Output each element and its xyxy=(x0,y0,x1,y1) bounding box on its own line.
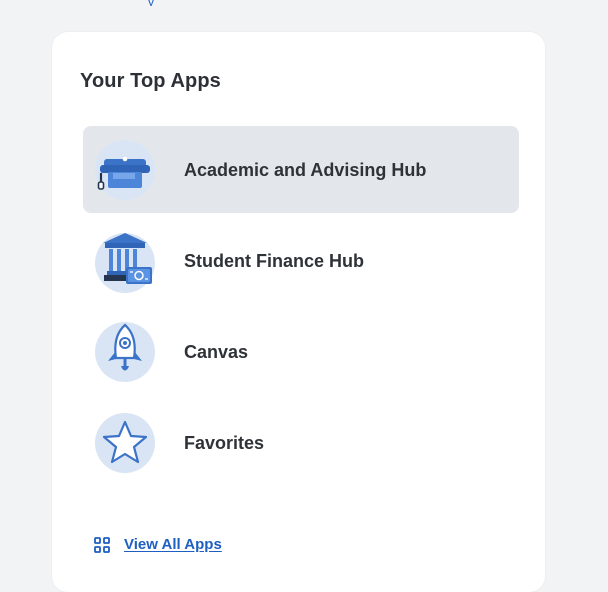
app-item-academic-advising-hub[interactable]: Academic and Advising Hub xyxy=(83,126,519,213)
star-icon xyxy=(95,412,155,473)
app-item-favorites[interactable]: Favorites xyxy=(83,399,519,486)
app-item-canvas[interactable]: Canvas xyxy=(83,308,519,395)
view-all-apps-link[interactable]: View All Apps xyxy=(94,536,222,554)
bank-money-icon xyxy=(95,232,155,293)
app-label-canvas: Canvas xyxy=(184,341,249,362)
top-link-fragment[interactable]: y xyxy=(148,0,158,6)
app-label-student-finance-hub: Student Finance Hub xyxy=(184,250,364,271)
top-apps-list: Academic and Advising Hub Student Financ… xyxy=(83,126,519,490)
app-label-academic-advising-hub: Academic and Advising Hub xyxy=(184,159,427,180)
rocket-icon xyxy=(95,321,155,382)
view-all-apps-label: View All Apps xyxy=(124,536,222,553)
grid-icon xyxy=(94,537,110,553)
graduation-cap-icon xyxy=(95,139,155,200)
top-apps-card: Your Top Apps Academic and Advising Hub xyxy=(52,32,545,592)
app-label-favorites: Favorites xyxy=(184,432,265,453)
top-apps-title: Your Top Apps xyxy=(80,70,221,92)
app-item-student-finance-hub[interactable]: Student Finance Hub xyxy=(83,217,519,304)
